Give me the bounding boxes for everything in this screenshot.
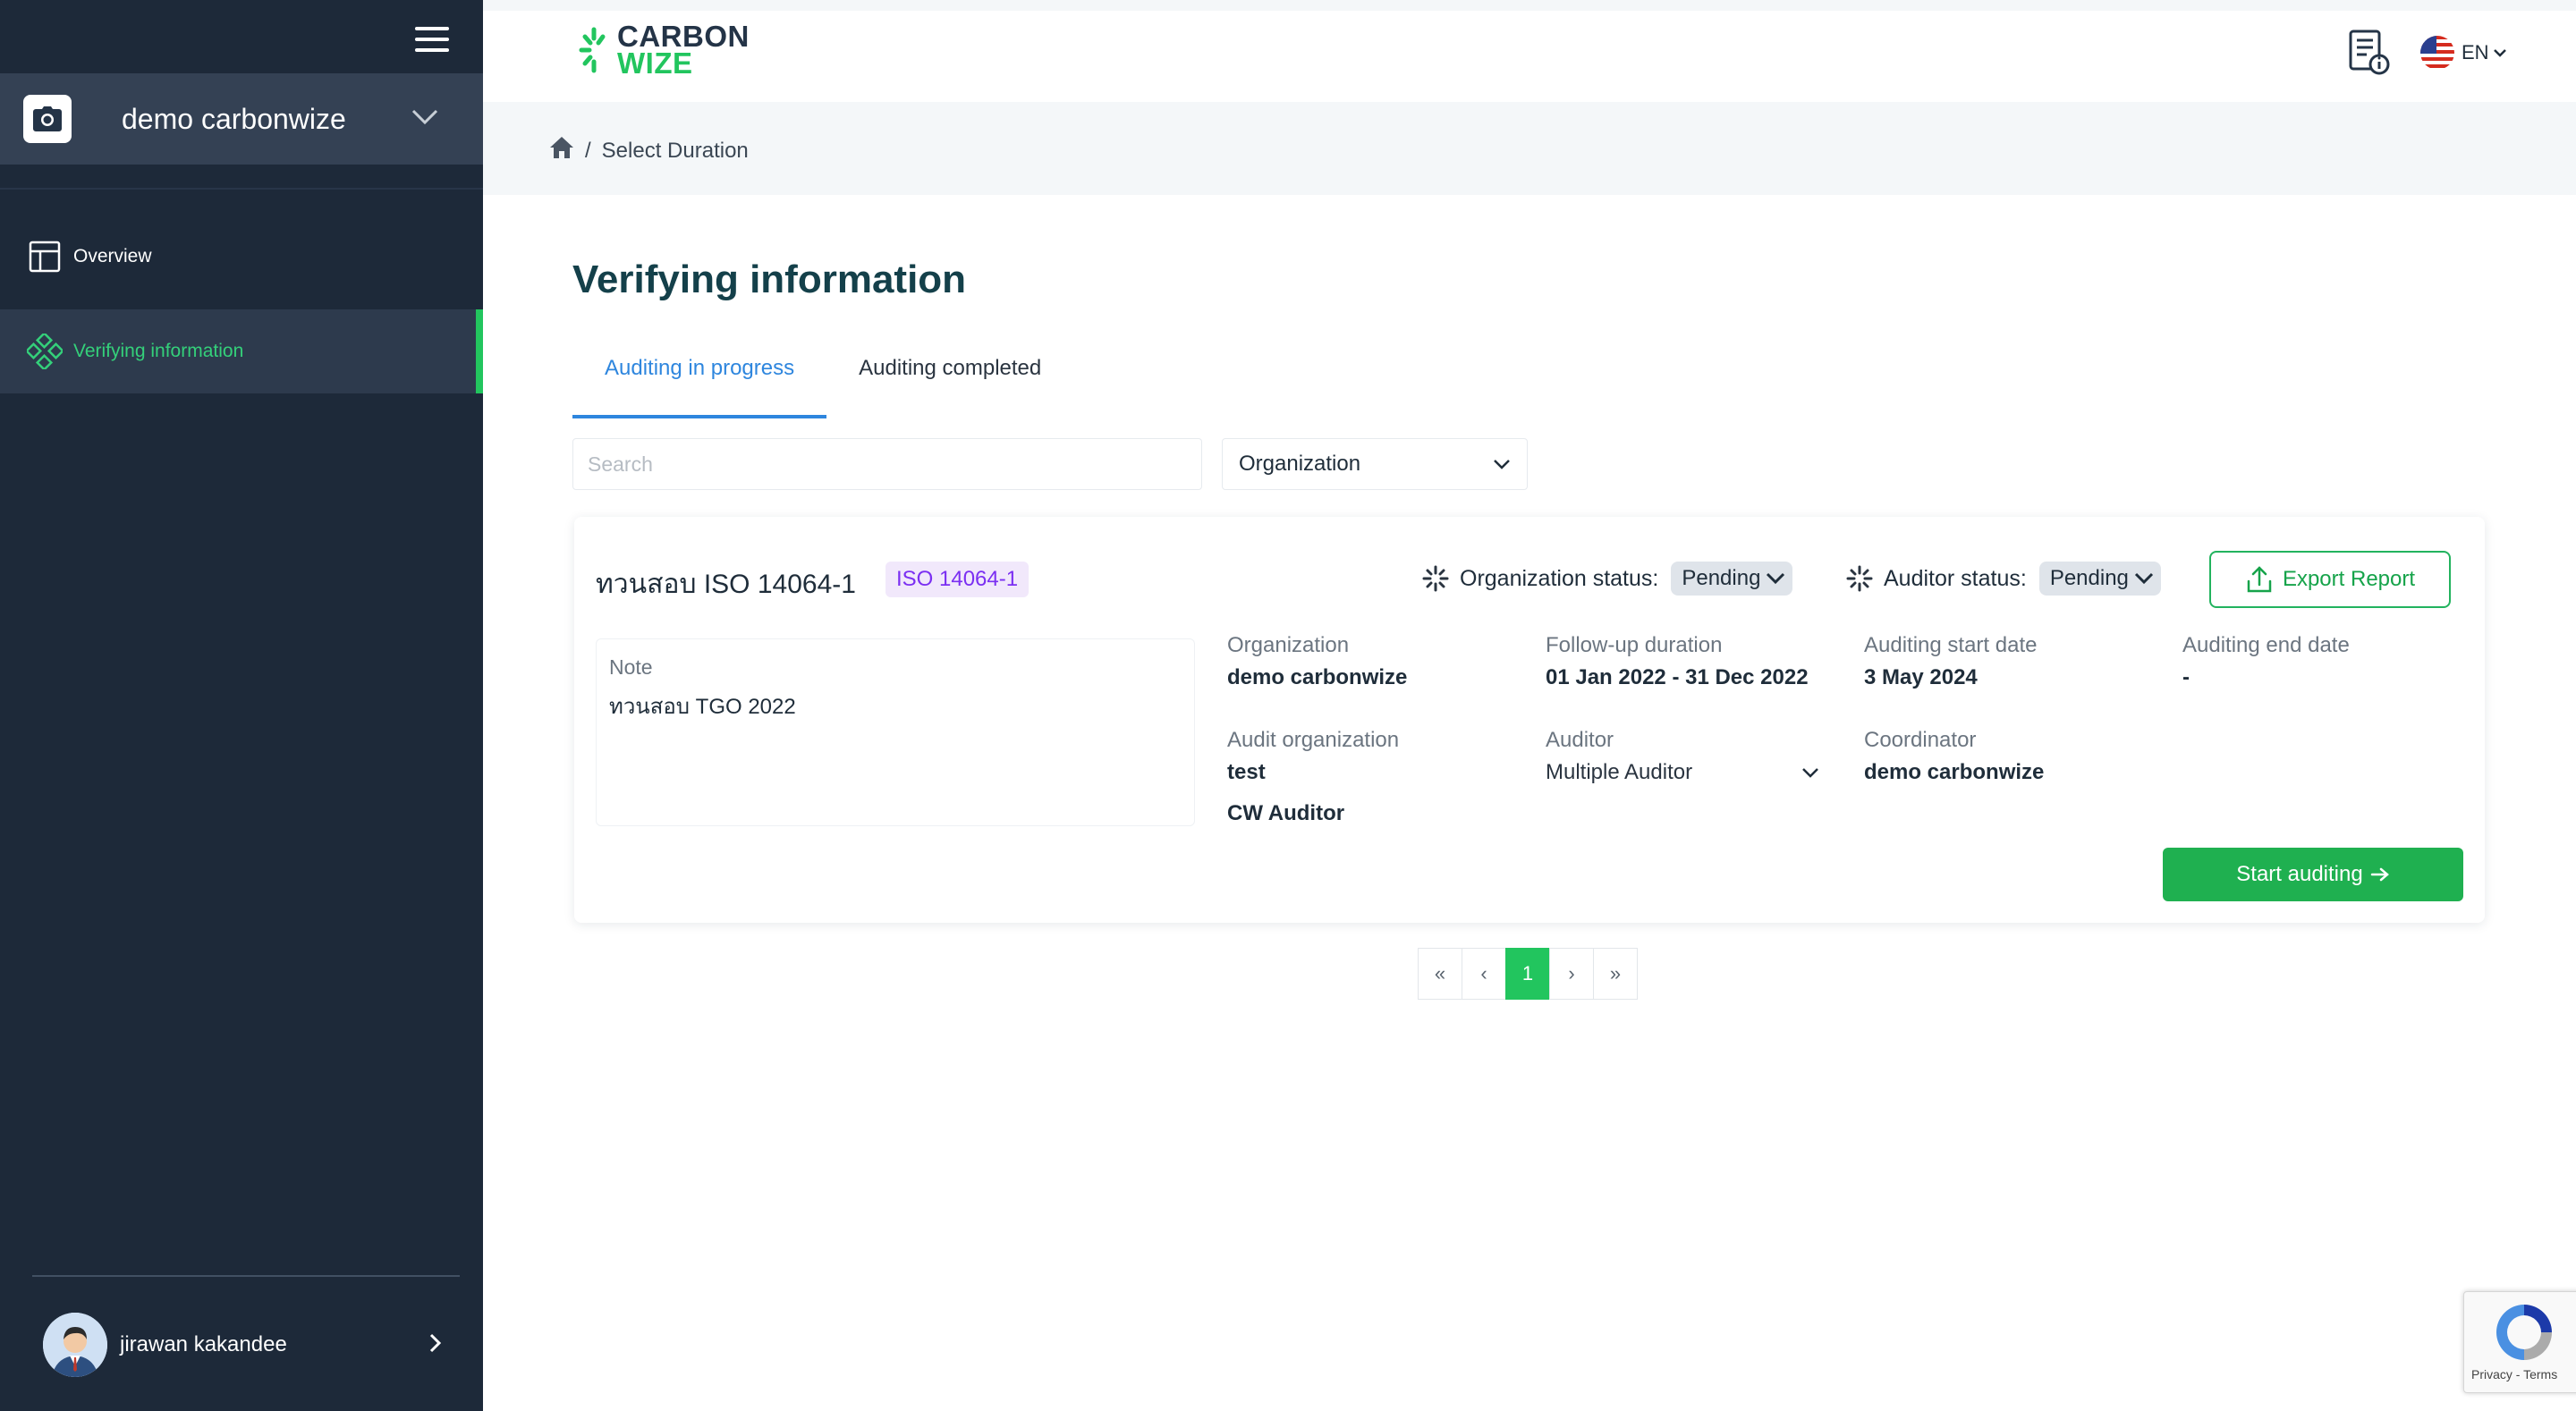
auditor-status-dropdown[interactable]: Pending	[2038, 562, 2161, 596]
sidebar-bottom-divider	[32, 1275, 460, 1277]
logo-burst-icon	[579, 27, 606, 73]
chevron-down-icon	[1767, 572, 1785, 585]
audit-card: ทวนสอบ ISO 14064-1 ISO 14064-1 Organizat…	[574, 517, 2485, 923]
audit-title: ทวนสอบ ISO 14064-1	[596, 570, 856, 599]
first-page-button[interactable]: «	[1418, 948, 1462, 1000]
field-label: Audit organization	[1227, 728, 1400, 752]
field-label: Auditing start date	[1864, 633, 2038, 657]
recaptcha-icon	[2496, 1305, 2552, 1360]
chevron-right-icon	[429, 1333, 442, 1357]
language-selector[interactable]: EN	[2420, 36, 2507, 70]
chevron-down-icon	[411, 109, 438, 130]
sidebar-item-overview[interactable]: Overview	[0, 215, 483, 299]
loading-icon	[1846, 565, 1873, 592]
auditor-status-value: Pending	[2049, 566, 2129, 590]
field-value: demo carbonwize	[1864, 760, 2045, 784]
sidebar-item-label: Verifying information	[73, 341, 244, 361]
field-label: Organization	[1227, 633, 1350, 657]
organization-field: Organization demo carbonwize	[1227, 633, 1407, 690]
note-label: Note	[609, 655, 653, 679]
export-report-label: Export Report	[2282, 567, 2416, 591]
organization-status: Organization status: Pending	[1422, 562, 1793, 596]
page-button-current[interactable]: 1	[1505, 948, 1550, 1000]
last-page-button[interactable]: »	[1593, 948, 1638, 1000]
tab-auditing-completed[interactable]: Auditing completed	[826, 356, 1073, 415]
recaptcha-badge[interactable]: Privacy - Terms	[2463, 1291, 2576, 1393]
field-label: Auditing end date	[2182, 633, 2350, 657]
sidebar-item-label: Overview	[73, 246, 152, 266]
field-label: Auditor	[1546, 728, 1614, 752]
iso-badge: ISO 14064-1	[886, 562, 1030, 597]
tab-auditing-in-progress[interactable]: Auditing in progress	[572, 356, 827, 418]
recaptcha-links: Privacy - Terms	[2471, 1367, 2558, 1381]
carbonwize-logo[interactable]: CARBON WIZE	[576, 21, 750, 80]
audit-organization-field: Audit organization test CW Auditor	[1227, 728, 1399, 826]
field-value: -	[2182, 665, 2190, 689]
layout-icon	[27, 239, 63, 275]
avatar	[43, 1313, 107, 1377]
field-value: 3 May 2024	[1864, 665, 1978, 689]
user-profile[interactable]: jirawan kakandee	[0, 1309, 483, 1381]
auditor-value: Multiple Auditor	[1546, 760, 1693, 784]
breadcrumb-separator: /	[585, 138, 591, 163]
diamond-grid-icon	[27, 334, 63, 369]
chevron-down-icon	[1494, 460, 1510, 469]
camera-icon	[23, 95, 72, 143]
pagination: « ‹ 1 › »	[1418, 948, 1638, 1000]
field-value: test	[1227, 760, 1266, 784]
auditor-field: Auditor Multiple Auditor	[1546, 728, 1819, 785]
arrow-right-icon	[2370, 867, 2389, 882]
sidebar-item-verifying-information[interactable]: Verifying information	[0, 309, 483, 393]
org-switcher[interactable]: demo carbonwize	[0, 73, 483, 165]
user-name: jirawan kakandee	[120, 1332, 287, 1356]
field-value: CW Auditor	[1227, 801, 1345, 825]
export-report-button[interactable]: Export Report	[2209, 551, 2451, 608]
org-name: demo carbonwize	[122, 102, 346, 135]
organization-status-label: Organization status:	[1460, 565, 1659, 591]
sidebar-divider	[0, 188, 483, 190]
logo-text-wize: WIZE	[617, 46, 693, 80]
upload-icon	[2247, 566, 2272, 593]
prev-page-button[interactable]: ‹	[1462, 948, 1506, 1000]
report-info-icon[interactable]	[2347, 29, 2392, 77]
home-icon[interactable]	[549, 136, 574, 165]
organization-status-value: Pending	[1682, 566, 1761, 590]
breadcrumb: / Select Duration	[549, 136, 749, 165]
tab-bar: Auditing in progress Auditing completed	[572, 356, 1073, 418]
chevron-down-icon	[2134, 572, 2153, 585]
organization-filter-value: Organization	[1239, 452, 1361, 476]
top-header: CARBON WIZE EN	[483, 11, 2576, 102]
start-auditing-button[interactable]: Start auditing	[2163, 848, 2463, 901]
field-label: Coordinator	[1864, 728, 1977, 752]
auditor-status: Auditor status: Pending	[1846, 562, 2161, 596]
chevron-down-icon	[2493, 49, 2506, 57]
note-box: Note ทวนสอบ TGO 2022	[596, 638, 1195, 826]
auditor-status-label: Auditor status:	[1884, 565, 2027, 591]
coordinator-field: Coordinator demo carbonwize	[1864, 728, 2044, 785]
auditing-start-date-field: Auditing start date 3 May 2024	[1864, 633, 2037, 690]
organization-status-dropdown[interactable]: Pending	[1671, 562, 1793, 596]
page-title: Verifying information	[572, 258, 967, 301]
language-code: EN	[2462, 41, 2489, 63]
next-page-button[interactable]: ›	[1549, 948, 1594, 1000]
breadcrumb-current: Select Duration	[601, 138, 749, 163]
note-text: ทวนสอบ TGO 2022	[609, 695, 796, 719]
field-value: demo carbonwize	[1227, 665, 1408, 689]
hamburger-menu-icon[interactable]	[411, 27, 453, 59]
start-auditing-label: Start auditing	[2236, 862, 2363, 886]
field-value: 01 Jan 2022 - 31 Dec 2022	[1546, 665, 1809, 689]
search-input[interactable]	[572, 438, 1202, 490]
loading-icon	[1422, 565, 1449, 592]
us-flag-icon	[2420, 36, 2454, 70]
chevron-down-icon	[1802, 768, 1818, 778]
followup-duration-field: Follow-up duration 01 Jan 2022 - 31 Dec …	[1546, 633, 1809, 690]
organization-filter-select[interactable]: Organization	[1222, 438, 1528, 490]
auditor-dropdown[interactable]: Multiple Auditor	[1546, 760, 1819, 785]
field-label: Follow-up duration	[1546, 633, 1723, 657]
auditing-end-date-field: Auditing end date -	[2182, 633, 2350, 690]
sidebar: demo carbonwize Overview Verifying infor…	[0, 0, 483, 1411]
